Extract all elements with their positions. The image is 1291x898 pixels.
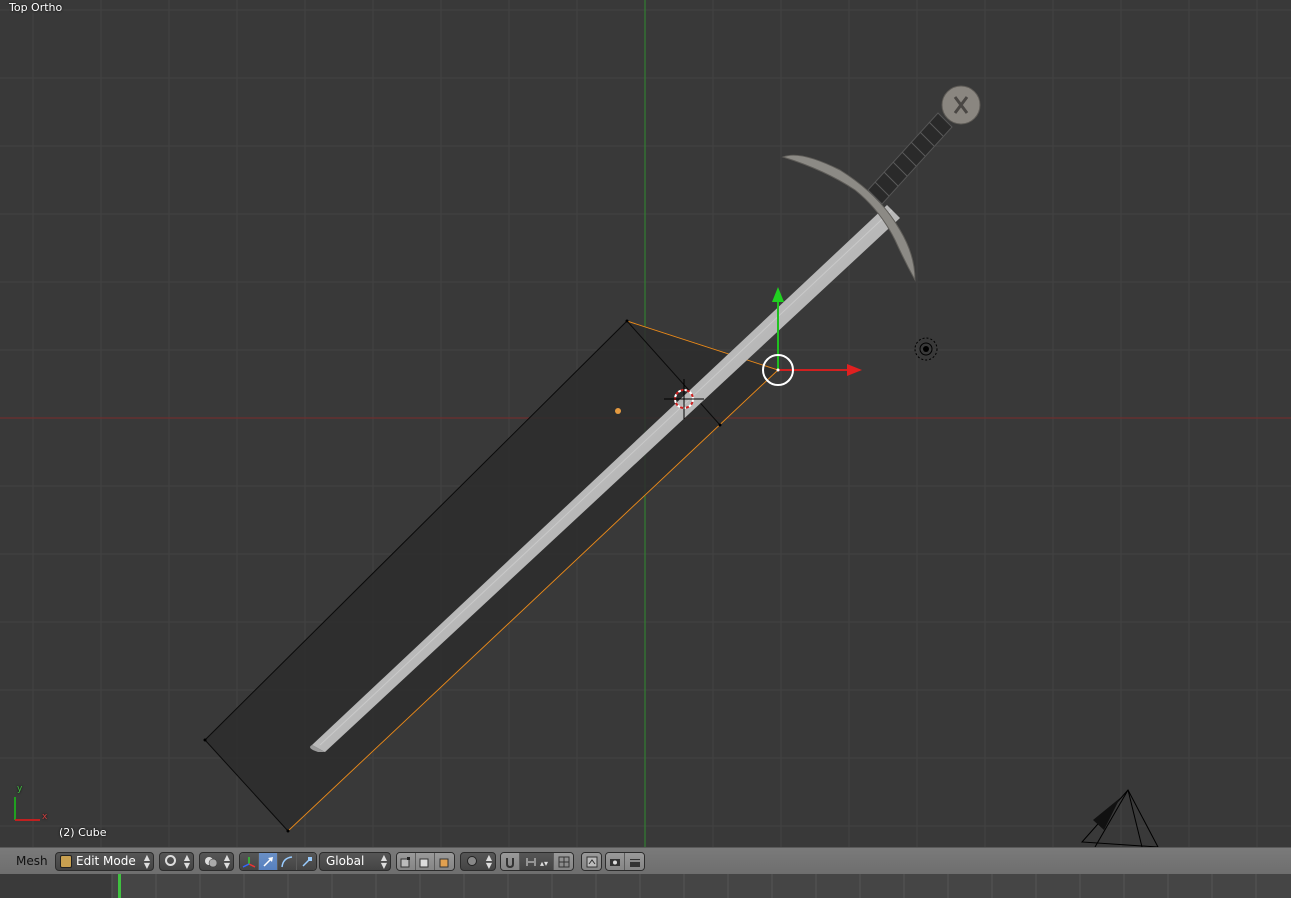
updown-arrows-icon: ▲ ▼ — [380, 853, 387, 870]
proportional-edit-dropdown[interactable]: ▲ ▼ — [460, 852, 496, 871]
render-group — [605, 852, 645, 871]
axis-x-label: x — [42, 812, 48, 822]
lamp-icon[interactable] — [914, 337, 938, 361]
updown-arrows-icon: ▲ ▼ — [143, 853, 150, 870]
orientation-dropdown[interactable]: Global ▲ ▼ — [319, 852, 391, 871]
3d-viewport[interactable]: Top Ortho (2) Cube y x — [0, 0, 1291, 847]
edit-mode-icon — [60, 855, 72, 868]
camera-icon[interactable] — [1080, 789, 1159, 847]
mesh-menu[interactable]: Mesh — [16, 852, 56, 871]
view-label: Top Ortho — [9, 1, 63, 14]
opengl-render-animation-icon[interactable] — [625, 853, 644, 870]
transform-manipulator[interactable] — [762, 287, 862, 386]
snap-element-icon[interactable]: ▴▾ — [520, 853, 554, 870]
updown-arrows-icon: ▲ ▼ — [223, 853, 230, 870]
overlay-group — [581, 852, 602, 871]
face-select-icon[interactable] — [435, 853, 454, 870]
snap-icon[interactable] — [501, 853, 520, 870]
pivot-point-icon — [204, 855, 218, 868]
svg-text:▴▾: ▴▾ — [540, 859, 548, 868]
mode-dropdown[interactable]: Edit Mode ▲ ▼ — [55, 852, 154, 871]
vertex-select-icon[interactable] — [397, 853, 416, 870]
scale-icon[interactable] — [297, 853, 316, 870]
manipulator-group — [239, 852, 317, 871]
viewport-canvas[interactable] — [0, 0, 1291, 847]
object-origin — [615, 408, 621, 414]
proportional-edit-icon — [467, 856, 477, 866]
snap-target-icon[interactable] — [554, 853, 573, 870]
mode-value: Edit Mode — [76, 854, 136, 868]
pivot-dropdown[interactable]: ▲ ▼ — [199, 852, 234, 871]
timeline-strip[interactable] — [0, 874, 1291, 898]
axis-y-label: y — [17, 784, 23, 794]
edge-select-icon[interactable] — [416, 853, 435, 870]
current-frame-marker[interactable] — [118, 874, 121, 898]
snap-group: ▴▾ — [500, 852, 574, 871]
axis-widget — [14, 797, 40, 821]
orientation-value: Global — [326, 854, 365, 868]
viewport-shading-icon — [165, 855, 176, 866]
timeline-canvas[interactable] — [0, 874, 1291, 898]
updown-arrows-icon: ▲ ▼ — [183, 853, 190, 870]
object-label: (2) Cube — [59, 826, 107, 839]
manipulator-icon[interactable] — [240, 853, 259, 870]
updown-arrows-icon: ▲ ▼ — [485, 853, 492, 870]
shading-dropdown[interactable]: ▲ ▼ — [159, 852, 194, 871]
opengl-render-image-icon[interactable] — [606, 853, 625, 870]
rotate-icon[interactable] — [278, 853, 297, 870]
select-mode-group — [396, 852, 455, 871]
viewport-header: Mesh Edit Mode ▲ ▼ ▲ ▼ ▲ ▼ Global ▲ ▼ ▲ … — [0, 847, 1291, 875]
mirror-icon[interactable] — [582, 853, 601, 870]
translate-icon[interactable] — [259, 853, 278, 870]
